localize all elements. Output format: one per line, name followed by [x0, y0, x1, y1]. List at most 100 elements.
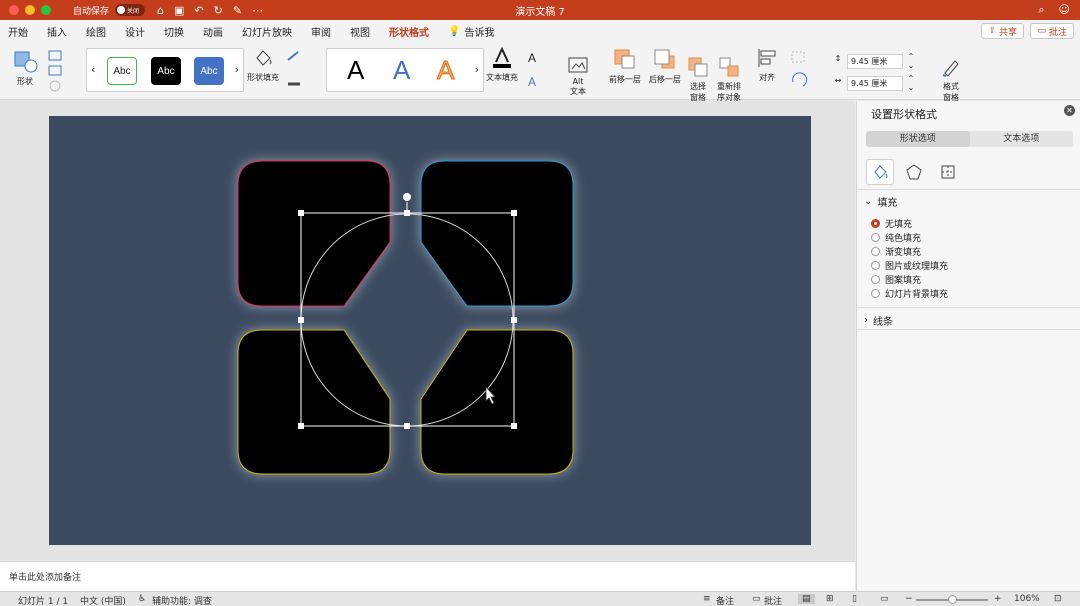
tile-top-right[interactable]: [420, 160, 574, 307]
edit-shape-button[interactable]: [46, 48, 66, 94]
notes-area[interactable]: 单击此处添加备注: [0, 561, 855, 591]
tile-bottom-left[interactable]: [237, 329, 391, 475]
style-sample-black[interactable]: Abc: [151, 57, 181, 85]
zoom-out-icon[interactable]: −: [905, 594, 913, 604]
effects-pentagon-icon[interactable]: [900, 159, 928, 185]
rotate-handle[interactable]: [403, 193, 411, 201]
bring-forward-button[interactable]: 前移一层: [606, 46, 644, 85]
normal-view-icon[interactable]: ▤: [798, 594, 815, 604]
edit-icon[interactable]: ✎: [233, 4, 242, 17]
send-backward-button[interactable]: 后移一层: [646, 46, 684, 85]
account-icon[interactable]: ☺: [1059, 3, 1070, 17]
line-section-header[interactable]: › 线条: [864, 313, 893, 328]
zoom-level[interactable]: 106%: [1014, 594, 1040, 604]
undo-icon[interactable]: ↶: [194, 4, 203, 17]
height-stepper[interactable]: ⌃ ⌄: [904, 52, 918, 70]
width-stepper[interactable]: ⌃ ⌄: [904, 74, 918, 92]
slideshow-icon[interactable]: ▭: [880, 594, 889, 604]
tab-animations[interactable]: 动画: [203, 24, 223, 39]
shape-fill-button[interactable]: 形状填充: [246, 46, 280, 83]
wordart-sample-blue[interactable]: A: [393, 55, 410, 86]
fill-section-header[interactable]: ⌄ 填充: [864, 194, 897, 209]
alt-text-button[interactable]: Alt 文本: [562, 46, 594, 106]
maximize-window-button[interactable]: [41, 5, 51, 15]
tile-bottom-right[interactable]: [420, 329, 574, 475]
resize-handle[interactable]: [298, 423, 304, 429]
style-sample-blue[interactable]: Abc: [194, 57, 224, 85]
slide-canvas[interactable]: [49, 116, 811, 545]
shape-width-field[interactable]: 9.45 厘米: [847, 76, 903, 91]
shape-height-field[interactable]: 9.45 厘米: [847, 54, 903, 69]
resize-handle[interactable]: [404, 423, 410, 429]
resize-handle[interactable]: [511, 210, 517, 216]
tell-me-search[interactable]: 告诉我: [464, 24, 494, 39]
tab-design[interactable]: 设计: [125, 24, 145, 39]
home-icon[interactable]: ⌂: [157, 4, 164, 17]
reading-view-icon[interactable]: ▯: [852, 594, 857, 604]
fill-line-icon[interactable]: [866, 159, 894, 185]
wordart-sample-orange[interactable]: A: [436, 55, 454, 86]
align-button[interactable]: 对齐: [750, 46, 784, 83]
tab-review[interactable]: 审阅: [311, 24, 331, 39]
text-outline-effects[interactable]: AA: [524, 48, 548, 94]
tab-home[interactable]: 开始: [8, 24, 28, 39]
fill-option-gradient[interactable]: 渐变填充: [871, 245, 921, 258]
share-button[interactable]: ⇪ 共享: [981, 23, 1024, 39]
resize-handle[interactable]: [298, 317, 304, 323]
slide-sorter-icon[interactable]: ⊞: [826, 594, 834, 604]
fit-to-window-icon[interactable]: ⊡: [1054, 594, 1062, 604]
resize-handle[interactable]: [298, 210, 304, 216]
fill-option-slide-background[interactable]: 幻灯片背景填充: [871, 287, 948, 300]
text-fill-button[interactable]: 文本填充: [484, 46, 520, 83]
style-sample-outline[interactable]: Abc: [107, 57, 137, 85]
save-icon[interactable]: ▣: [174, 4, 184, 17]
slide-artwork: [237, 160, 574, 475]
bring-forward-label: 前移一层: [609, 75, 641, 84]
close-icon[interactable]: ✕: [1064, 105, 1075, 116]
group-rotate-buttons[interactable]: [788, 48, 812, 94]
tab-text-options[interactable]: 文本选项: [970, 131, 1074, 147]
tab-slideshow[interactable]: 幻灯片放映: [242, 24, 292, 39]
close-window-button[interactable]: [9, 5, 19, 15]
fill-option-pattern[interactable]: 图案填充: [871, 273, 921, 286]
resize-handle[interactable]: [511, 423, 517, 429]
wordart-next-icon[interactable]: ›: [475, 63, 479, 76]
zoom-slider-thumb[interactable]: [948, 595, 957, 604]
outline-effects-icons: [287, 51, 300, 86]
fill-option-label: 渐变填充: [885, 248, 922, 258]
tab-draw[interactable]: 绘图: [86, 24, 106, 39]
tab-shape-format[interactable]: 形状格式: [389, 24, 429, 44]
slide-workspace: [0, 101, 855, 560]
search-icon[interactable]: ⌕: [1038, 3, 1044, 17]
tab-transitions[interactable]: 切换: [164, 24, 184, 39]
tile-top-left[interactable]: [237, 160, 391, 307]
resize-handle[interactable]: [404, 210, 410, 216]
size-properties-icon[interactable]: [934, 159, 962, 185]
notes-toggle-button[interactable]: 备注: [716, 594, 734, 606]
gallery-prev-icon[interactable]: ‹: [91, 63, 95, 76]
gallery-next-icon[interactable]: ›: [235, 63, 239, 76]
zoom-in-icon[interactable]: +: [994, 594, 1002, 604]
shape-outline-effects[interactable]: [284, 48, 308, 94]
fill-option-picture[interactable]: 图片或纹理填充: [871, 259, 948, 272]
tab-shape-options[interactable]: 形状选项: [866, 131, 970, 147]
accessibility-status[interactable]: 辅助功能: 调查: [152, 594, 212, 606]
language-indicator[interactable]: 中文 (中国): [80, 594, 126, 606]
wordart-sample-black[interactable]: A: [347, 55, 364, 86]
autosave-toggle[interactable]: 关闭: [115, 4, 146, 16]
comments-button[interactable]: ▭ 批注: [1030, 23, 1074, 39]
resize-handle[interactable]: [511, 317, 517, 323]
more-icon[interactable]: ⋯: [252, 4, 263, 17]
reorder-objects-label: 重新排 序对象: [717, 82, 741, 102]
minimize-window-button[interactable]: [25, 5, 35, 15]
comments-toggle-button[interactable]: 批注: [764, 594, 782, 606]
tab-view[interactable]: 视图: [350, 24, 370, 39]
tab-insert[interactable]: 插入: [47, 24, 67, 39]
radio: [871, 247, 880, 256]
fill-option-none[interactable]: 无填充: [871, 217, 912, 230]
accessibility-icon: ♿: [138, 594, 147, 604]
redo-icon[interactable]: ↻: [214, 4, 223, 17]
insert-shape-button[interactable]: 形状: [8, 48, 42, 87]
fill-option-solid[interactable]: 纯色填充: [871, 231, 921, 244]
reorder-objects-icon: [719, 57, 739, 77]
